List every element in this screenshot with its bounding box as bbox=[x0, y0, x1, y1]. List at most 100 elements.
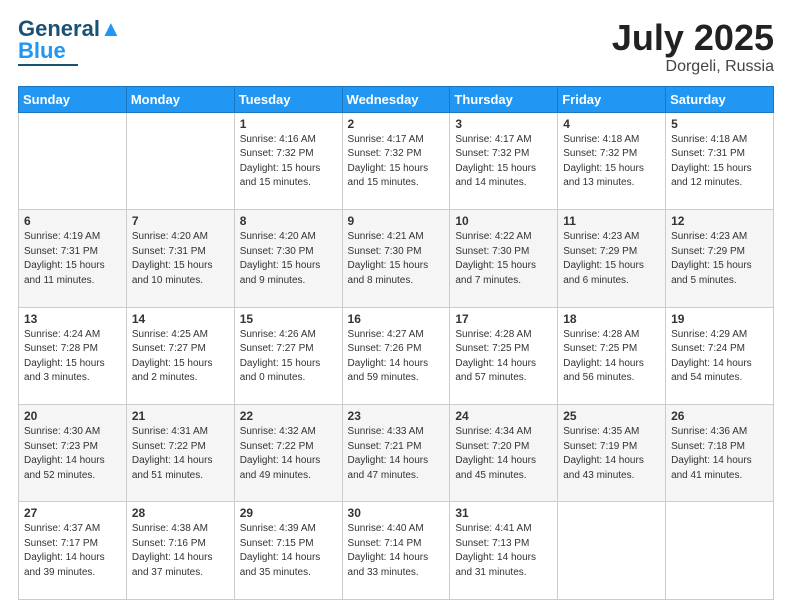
day-info: Sunrise: 4:30 AM Sunset: 7:23 PM Dayligh… bbox=[24, 425, 121, 483]
calendar-cell: 7 Sunrise: 4:20 AM Sunset: 7:31 PM Daylig… bbox=[126, 210, 234, 307]
location: Dorgeli, Russia bbox=[612, 58, 774, 76]
day-info: Sunrise: 4:27 AM Sunset: 7:26 PM Dayligh… bbox=[348, 328, 445, 386]
day-number: 20 bbox=[24, 409, 121, 423]
calendar-table: SundayMondayTuesdayWednesdayThursdayFrid… bbox=[18, 86, 774, 600]
day-info: Sunrise: 4:19 AM Sunset: 7:31 PM Dayligh… bbox=[24, 230, 121, 288]
calendar-cell: 19 Sunrise: 4:29 AM Sunset: 7:24 PM Dayli… bbox=[666, 307, 774, 404]
day-info: Sunrise: 4:31 AM Sunset: 7:22 PM Dayligh… bbox=[132, 425, 229, 483]
day-number: 26 bbox=[671, 409, 768, 423]
day-info: Sunrise: 4:39 AM Sunset: 7:15 PM Dayligh… bbox=[240, 522, 337, 580]
weekday-header: Sunday bbox=[19, 86, 127, 112]
day-info: Sunrise: 4:18 AM Sunset: 7:32 PM Dayligh… bbox=[563, 133, 660, 191]
calendar-week-row: 20 Sunrise: 4:30 AM Sunset: 7:23 PM Dayli… bbox=[19, 405, 774, 502]
calendar-cell: 5 Sunrise: 4:18 AM Sunset: 7:31 PM Daylig… bbox=[666, 112, 774, 209]
calendar-cell: 28 Sunrise: 4:38 AM Sunset: 7:16 PM Dayli… bbox=[126, 502, 234, 600]
calendar-cell bbox=[666, 502, 774, 600]
calendar-cell: 4 Sunrise: 4:18 AM Sunset: 7:32 PM Daylig… bbox=[558, 112, 666, 209]
day-number: 23 bbox=[348, 409, 445, 423]
day-number: 2 bbox=[348, 117, 445, 131]
day-info: Sunrise: 4:24 AM Sunset: 7:28 PM Dayligh… bbox=[24, 328, 121, 386]
day-info: Sunrise: 4:37 AM Sunset: 7:17 PM Dayligh… bbox=[24, 522, 121, 580]
day-number: 29 bbox=[240, 506, 337, 520]
day-info: Sunrise: 4:18 AM Sunset: 7:31 PM Dayligh… bbox=[671, 133, 768, 191]
calendar-cell: 16 Sunrise: 4:27 AM Sunset: 7:26 PM Dayli… bbox=[342, 307, 450, 404]
day-info: Sunrise: 4:22 AM Sunset: 7:30 PM Dayligh… bbox=[455, 230, 552, 288]
calendar-cell: 8Sunrise: 4:20 AM Sunset: 7:30 PM Daylig… bbox=[234, 210, 342, 307]
calendar-cell bbox=[19, 112, 127, 209]
day-info: Sunrise: 4:32 AM Sunset: 7:22 PM Dayligh… bbox=[240, 425, 337, 483]
calendar-cell: 10 Sunrise: 4:22 AM Sunset: 7:30 PM Dayli… bbox=[450, 210, 558, 307]
day-info: Sunrise: 4:28 AM Sunset: 7:25 PM Dayligh… bbox=[563, 328, 660, 386]
day-number: 4 bbox=[563, 117, 660, 131]
month-year: July 2025 bbox=[612, 18, 774, 58]
calendar-cell: 9Sunrise: 4:21 AM Sunset: 7:30 PM Daylig… bbox=[342, 210, 450, 307]
calendar-cell: 25 Sunrise: 4:35 AM Sunset: 7:19 PM Dayli… bbox=[558, 405, 666, 502]
calendar-cell: 20 Sunrise: 4:30 AM Sunset: 7:23 PM Dayli… bbox=[19, 405, 127, 502]
calendar-cell: 23 Sunrise: 4:33 AM Sunset: 7:21 PM Dayli… bbox=[342, 405, 450, 502]
day-number: 18 bbox=[563, 312, 660, 326]
calendar-cell: 22 Sunrise: 4:32 AM Sunset: 7:22 PM Dayli… bbox=[234, 405, 342, 502]
day-number: 24 bbox=[455, 409, 552, 423]
day-info: Sunrise: 4:35 AM Sunset: 7:19 PM Dayligh… bbox=[563, 425, 660, 483]
day-number: 14 bbox=[132, 312, 229, 326]
page: General▲ Blue July 2025 Dorgeli, Russia … bbox=[0, 0, 792, 612]
day-number: 25 bbox=[563, 409, 660, 423]
day-info: Sunrise: 4:20 AM Sunset: 7:31 PM Dayligh… bbox=[132, 230, 229, 288]
day-number: 12 bbox=[671, 214, 768, 228]
header: General▲ Blue July 2025 Dorgeli, Russia bbox=[18, 18, 774, 76]
calendar-cell: 24Sunrise: 4:34 AM Sunset: 7:20 PM Dayli… bbox=[450, 405, 558, 502]
calendar-cell: 21 Sunrise: 4:31 AM Sunset: 7:22 PM Dayli… bbox=[126, 405, 234, 502]
logo: General▲ Blue bbox=[18, 18, 122, 66]
calendar-cell: 12 Sunrise: 4:23 AM Sunset: 7:29 PM Dayli… bbox=[666, 210, 774, 307]
weekday-header-row: SundayMondayTuesdayWednesdayThursdayFrid… bbox=[19, 86, 774, 112]
day-number: 19 bbox=[671, 312, 768, 326]
day-info: Sunrise: 4:17 AM Sunset: 7:32 PM Dayligh… bbox=[348, 133, 445, 191]
weekday-header: Thursday bbox=[450, 86, 558, 112]
calendar-cell: 27Sunrise: 4:37 AM Sunset: 7:17 PM Dayli… bbox=[19, 502, 127, 600]
day-info: Sunrise: 4:23 AM Sunset: 7:29 PM Dayligh… bbox=[563, 230, 660, 288]
calendar-cell: 11 Sunrise: 4:23 AM Sunset: 7:29 PM Dayli… bbox=[558, 210, 666, 307]
calendar-cell: 2 Sunrise: 4:17 AM Sunset: 7:32 PM Daylig… bbox=[342, 112, 450, 209]
day-info: Sunrise: 4:29 AM Sunset: 7:24 PM Dayligh… bbox=[671, 328, 768, 386]
calendar-cell: 1 Sunrise: 4:16 AM Sunset: 7:32 PM Daylig… bbox=[234, 112, 342, 209]
weekday-header: Saturday bbox=[666, 86, 774, 112]
day-number: 5 bbox=[671, 117, 768, 131]
day-info: Sunrise: 4:41 AM Sunset: 7:13 PM Dayligh… bbox=[455, 522, 552, 580]
day-number: 30 bbox=[348, 506, 445, 520]
calendar-week-row: 6 Sunrise: 4:19 AM Sunset: 7:31 PM Daylig… bbox=[19, 210, 774, 307]
day-info: Sunrise: 4:38 AM Sunset: 7:16 PM Dayligh… bbox=[132, 522, 229, 580]
weekday-header: Friday bbox=[558, 86, 666, 112]
day-number: 3 bbox=[455, 117, 552, 131]
day-number: 21 bbox=[132, 409, 229, 423]
title-block: July 2025 Dorgeli, Russia bbox=[612, 18, 774, 76]
calendar-cell: 18 Sunrise: 4:28 AM Sunset: 7:25 PM Dayli… bbox=[558, 307, 666, 404]
logo-text: General▲ bbox=[18, 18, 122, 40]
day-number: 6 bbox=[24, 214, 121, 228]
day-info: Sunrise: 4:21 AM Sunset: 7:30 PM Dayligh… bbox=[348, 230, 445, 288]
day-number: 11 bbox=[563, 214, 660, 228]
calendar-cell: 14 Sunrise: 4:25 AM Sunset: 7:27 PM Dayli… bbox=[126, 307, 234, 404]
day-info: Sunrise: 4:25 AM Sunset: 7:27 PM Dayligh… bbox=[132, 328, 229, 386]
day-number: 13 bbox=[24, 312, 121, 326]
day-info: Sunrise: 4:16 AM Sunset: 7:32 PM Dayligh… bbox=[240, 133, 337, 191]
day-number: 7 bbox=[132, 214, 229, 228]
day-number: 28 bbox=[132, 506, 229, 520]
day-number: 1 bbox=[240, 117, 337, 131]
day-number: 16 bbox=[348, 312, 445, 326]
calendar-cell: 13 Sunrise: 4:24 AM Sunset: 7:28 PM Dayli… bbox=[19, 307, 127, 404]
day-number: 22 bbox=[240, 409, 337, 423]
day-number: 10 bbox=[455, 214, 552, 228]
calendar-cell bbox=[126, 112, 234, 209]
calendar-cell: 6 Sunrise: 4:19 AM Sunset: 7:31 PM Daylig… bbox=[19, 210, 127, 307]
day-number: 15 bbox=[240, 312, 337, 326]
calendar-cell: 30Sunrise: 4:40 AM Sunset: 7:14 PM Dayli… bbox=[342, 502, 450, 600]
day-number: 17 bbox=[455, 312, 552, 326]
calendar-cell: 26Sunrise: 4:36 AM Sunset: 7:18 PM Dayli… bbox=[666, 405, 774, 502]
calendar-body: 1 Sunrise: 4:16 AM Sunset: 7:32 PM Daylig… bbox=[19, 112, 774, 599]
calendar-week-row: 1 Sunrise: 4:16 AM Sunset: 7:32 PM Daylig… bbox=[19, 112, 774, 209]
day-number: 31 bbox=[455, 506, 552, 520]
calendar-cell: 3Sunrise: 4:17 AM Sunset: 7:32 PM Daylig… bbox=[450, 112, 558, 209]
day-info: Sunrise: 4:33 AM Sunset: 7:21 PM Dayligh… bbox=[348, 425, 445, 483]
calendar-week-row: 27Sunrise: 4:37 AM Sunset: 7:17 PM Dayli… bbox=[19, 502, 774, 600]
day-info: Sunrise: 4:23 AM Sunset: 7:29 PM Dayligh… bbox=[671, 230, 768, 288]
